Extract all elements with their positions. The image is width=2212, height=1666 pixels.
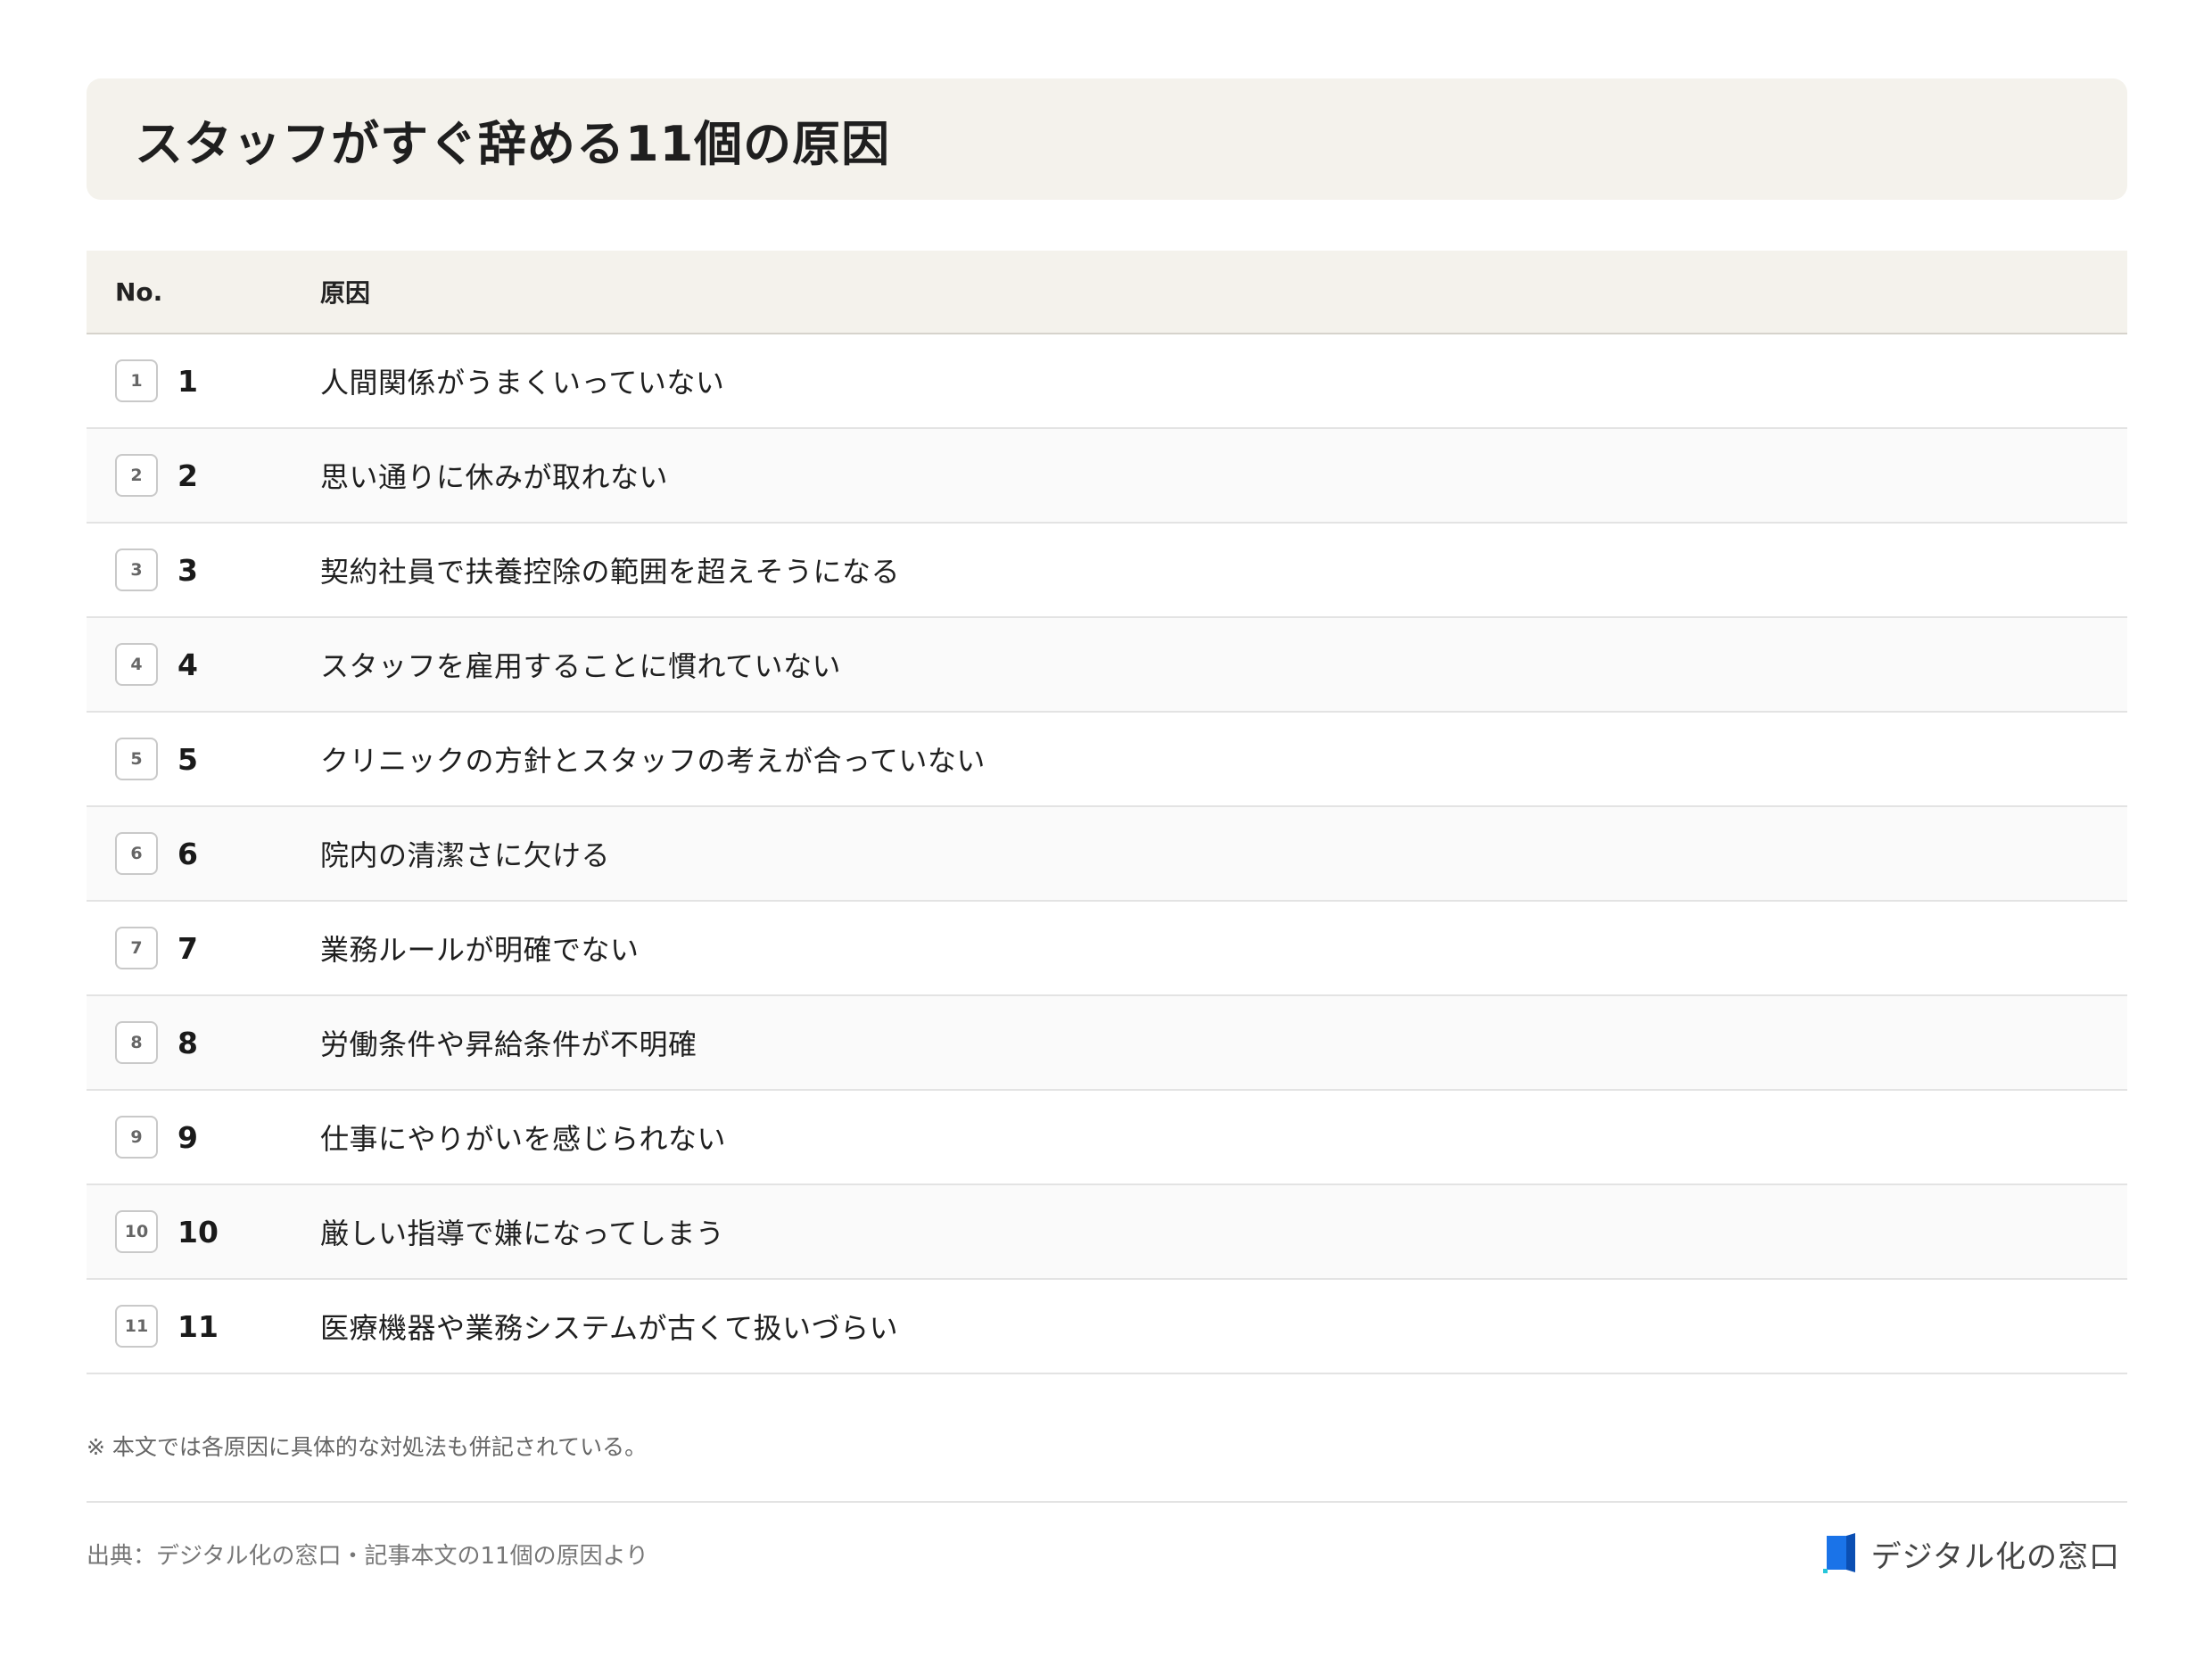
no-cell: 66	[87, 832, 320, 875]
cause-text: 労働条件や昇給条件が不明確	[320, 1027, 697, 1061]
page: スタッフがすぐ辞める11個の原因 No. 原因 1 1 人間関係がうまくいっていない…	[87, 78, 2127, 1604]
no-cell: 99	[87, 1116, 320, 1159]
header-no: No.	[115, 276, 163, 307]
cause-text: クリニックの方針とスタッフの考えが合っていない	[320, 744, 986, 778]
row-number: 3	[177, 552, 198, 588]
row-number: 10	[177, 1214, 219, 1250]
table-row: 1 1 人間関係がうまくいっていない	[87, 334, 2127, 429]
row-number: 5	[177, 741, 198, 777]
row-number: 6	[177, 836, 198, 871]
table-body: 1 1 人間関係がうまくいっていない 2 2 思い通りに休みが取れない 3 3 契約社員で扶養控…	[87, 334, 2127, 1374]
row-number: 1	[177, 363, 198, 399]
number-badge: 6	[115, 832, 158, 875]
no-cell: 33	[87, 548, 320, 591]
cause-text: 厳しい指導で嫌になってしまう	[320, 1217, 725, 1250]
door-logo-icon	[1822, 1533, 1855, 1573]
row-number: 11	[177, 1308, 219, 1344]
number-badge: 11	[115, 1305, 158, 1348]
number-badge: 8	[115, 1021, 158, 1064]
number-badge: 7	[115, 927, 158, 969]
table-header: No. 原因	[87, 251, 2127, 334]
table-row: 11 11 医療機器や業務システムが古くて扱いづらい	[87, 1280, 2127, 1374]
table-row: 3 3 契約社員で扶養控除の範囲を超えそうになる	[87, 524, 2127, 618]
cause-text: 思い通りに休みが取れない	[320, 460, 669, 494]
no-cell: 11 11	[87, 1305, 320, 1348]
cause-text: 契約社員で扶養控除の範囲を超えそうになる	[320, 555, 901, 589]
number-badge: 2	[115, 454, 158, 497]
number-badge: 5	[115, 738, 158, 780]
table-row: 10 10 厳しい指導で嫌になってしまう	[87, 1185, 2127, 1280]
number-badge: 10	[115, 1210, 158, 1253]
header-cause: 原因	[320, 278, 371, 308]
table-row: 8 8 労働条件や昇給条件が不明確	[87, 996, 2127, 1091]
table-row: 7 7 業務ルールが明確でない	[87, 902, 2127, 996]
cause-text: 業務ルールが明確でない	[320, 933, 640, 967]
no-cell: 44	[87, 643, 320, 686]
title-box: スタッフがすぐ辞める11個の原因	[87, 78, 2127, 200]
number-badge: 9	[115, 1116, 158, 1159]
no-cell: 10 10	[87, 1210, 320, 1253]
causes-table: No. 原因 1 1 人間関係がうまくいっていない 2 2 思い通りに休みが取れない 3 3 契…	[87, 251, 2127, 1374]
note: ※ 本文では各原因に具体的な対処法も併記されている。	[87, 1434, 648, 1460]
table-row: 9 9 仕事にやりがいを感じられない	[87, 1091, 2127, 1185]
no-cell: 88	[87, 1021, 320, 1064]
no-cell: 77	[87, 927, 320, 969]
page-title: スタッフがすぐ辞める11個の原因	[135, 115, 891, 172]
cause-text: 院内の清潔さに欠ける	[320, 838, 611, 872]
table-row: 2 2 思い通りに休みが取れない	[87, 429, 2127, 524]
table-row: 6 6 院内の清潔さに欠ける	[87, 807, 2127, 902]
cause-text: 仕事にやりがいを感じられない	[320, 1122, 727, 1156]
number-badge: 3	[115, 548, 158, 591]
source-text: 出典：デジタル化の窓口・記事本文の11個の原因より	[87, 1542, 649, 1570]
no-cell: 55	[87, 738, 320, 780]
no-cell: 11	[87, 359, 320, 402]
cause-text: 医療機器や業務システムが古くて扱いづらい	[320, 1311, 899, 1345]
cause-text: 人間関係がうまくいっていない	[320, 366, 725, 400]
row-number: 9	[177, 1119, 198, 1155]
brand-name: デジタル化の窓口	[1870, 1538, 2120, 1575]
table-row: 4 4 スタッフを雇用することに慣れていない	[87, 618, 2127, 713]
number-badge: 1	[115, 359, 158, 402]
footer: 出典：デジタル化の窓口・記事本文の11個の原因より デジタル化の窓口	[87, 1501, 2127, 1604]
row-number: 4	[177, 647, 198, 682]
no-cell: 22	[87, 454, 320, 497]
cause-text: スタッフを雇用することに慣れていない	[320, 649, 842, 683]
table-row: 5 5 クリニックの方針とスタッフの考えが合っていない	[87, 713, 2127, 807]
number-badge: 4	[115, 643, 158, 686]
brand: デジタル化の窓口	[1822, 1532, 2120, 1576]
row-number: 2	[177, 458, 198, 493]
row-number: 7	[177, 930, 198, 966]
row-number: 8	[177, 1025, 198, 1060]
